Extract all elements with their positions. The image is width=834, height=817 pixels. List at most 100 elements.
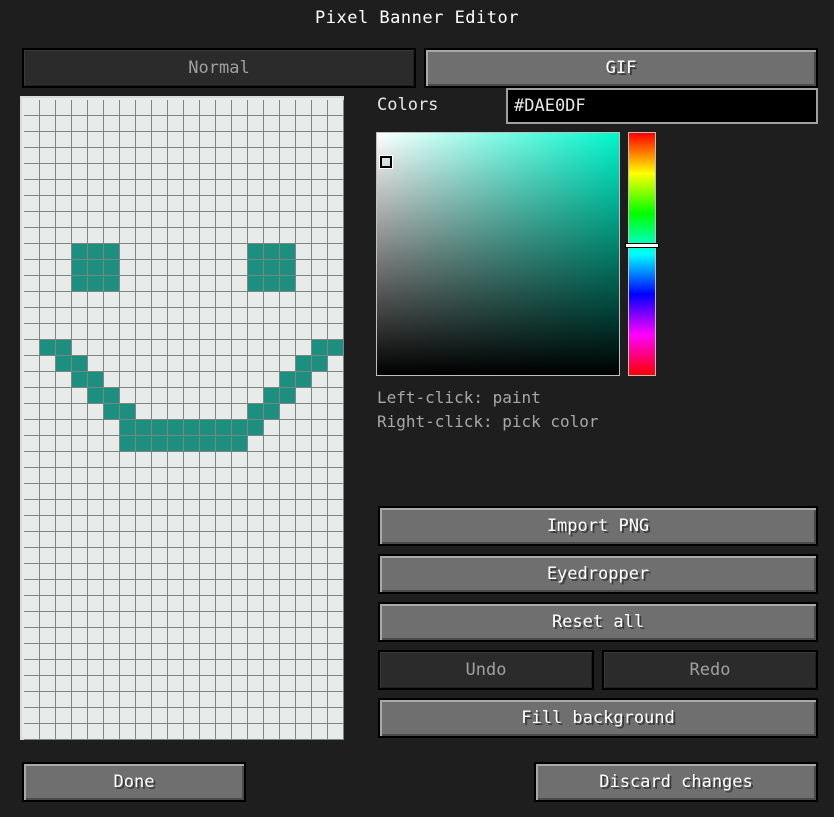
pixel-cell[interactable] <box>104 388 120 404</box>
pixel-cell[interactable] <box>168 468 184 484</box>
pixel-cell[interactable] <box>136 324 152 340</box>
pixel-cell[interactable] <box>168 628 184 644</box>
pixel-cell[interactable] <box>296 260 312 276</box>
pixel-cell[interactable] <box>328 388 344 404</box>
pixel-cell[interactable] <box>184 596 200 612</box>
pixel-cell[interactable] <box>136 388 152 404</box>
pixel-cell[interactable] <box>312 244 328 260</box>
pixel-cell[interactable] <box>200 564 216 580</box>
pixel-cell[interactable] <box>40 292 56 308</box>
pixel-cell[interactable] <box>104 292 120 308</box>
pixel-cell[interactable] <box>136 404 152 420</box>
pixel-cell[interactable] <box>200 548 216 564</box>
pixel-cell[interactable] <box>248 532 264 548</box>
pixel-cell[interactable] <box>216 100 232 116</box>
pixel-cell[interactable] <box>168 228 184 244</box>
pixel-cell[interactable] <box>120 452 136 468</box>
pixel-cell[interactable] <box>136 180 152 196</box>
pixel-cell[interactable] <box>88 324 104 340</box>
pixel-cell[interactable] <box>216 228 232 244</box>
pixel-cell[interactable] <box>184 660 200 676</box>
pixel-cell[interactable] <box>152 372 168 388</box>
pixel-cell[interactable] <box>184 244 200 260</box>
pixel-cell[interactable] <box>168 116 184 132</box>
pixel-cell[interactable] <box>120 420 136 436</box>
pixel-cell[interactable] <box>248 612 264 628</box>
eyedropper-button[interactable]: Eyedropper <box>378 554 818 594</box>
pixel-cell[interactable] <box>248 388 264 404</box>
pixel-cell[interactable] <box>168 356 184 372</box>
pixel-cell[interactable] <box>152 404 168 420</box>
pixel-cell[interactable] <box>152 260 168 276</box>
pixel-cell[interactable] <box>264 244 280 260</box>
pixel-cell[interactable] <box>296 708 312 724</box>
pixel-cell[interactable] <box>248 452 264 468</box>
pixel-cell[interactable] <box>248 100 264 116</box>
pixel-cell[interactable] <box>296 644 312 660</box>
pixel-cell[interactable] <box>232 116 248 132</box>
pixel-cell[interactable] <box>296 628 312 644</box>
pixel-cell[interactable] <box>168 388 184 404</box>
pixel-cell[interactable] <box>24 308 40 324</box>
pixel-cell[interactable] <box>152 196 168 212</box>
pixel-cell[interactable] <box>328 500 344 516</box>
pixel-cell[interactable] <box>104 532 120 548</box>
pixel-cell[interactable] <box>280 244 296 260</box>
pixel-cell[interactable] <box>264 180 280 196</box>
pixel-cell[interactable] <box>104 340 120 356</box>
pixel-cell[interactable] <box>88 612 104 628</box>
pixel-cell[interactable] <box>248 468 264 484</box>
pixel-cell[interactable] <box>296 724 312 740</box>
pixel-cell[interactable] <box>216 164 232 180</box>
pixel-cell[interactable] <box>280 308 296 324</box>
pixel-cell[interactable] <box>296 100 312 116</box>
pixel-cell[interactable] <box>264 116 280 132</box>
pixel-cell[interactable] <box>88 468 104 484</box>
pixel-cell[interactable] <box>248 628 264 644</box>
pixel-cell[interactable] <box>104 468 120 484</box>
pixel-cell[interactable] <box>56 148 72 164</box>
pixel-cell[interactable] <box>104 276 120 292</box>
pixel-cell[interactable] <box>120 212 136 228</box>
pixel-cell[interactable] <box>56 660 72 676</box>
pixel-cell[interactable] <box>152 308 168 324</box>
pixel-cell[interactable] <box>296 132 312 148</box>
pixel-cell[interactable] <box>184 484 200 500</box>
pixel-cell[interactable] <box>56 548 72 564</box>
pixel-cell[interactable] <box>312 676 328 692</box>
pixel-cell[interactable] <box>216 388 232 404</box>
pixel-cell[interactable] <box>232 516 248 532</box>
pixel-cell[interactable] <box>120 692 136 708</box>
pixel-cell[interactable] <box>152 628 168 644</box>
pixel-cell[interactable] <box>312 372 328 388</box>
pixel-cell[interactable] <box>328 628 344 644</box>
pixel-cell[interactable] <box>24 228 40 244</box>
pixel-cell[interactable] <box>56 340 72 356</box>
discard-changes-button[interactable]: Discard changes <box>534 762 818 802</box>
pixel-cell[interactable] <box>200 596 216 612</box>
pixel-cell[interactable] <box>72 596 88 612</box>
pixel-cell[interactable] <box>104 708 120 724</box>
pixel-cell[interactable] <box>216 692 232 708</box>
pixel-cell[interactable] <box>168 308 184 324</box>
pixel-cell[interactable] <box>280 324 296 340</box>
pixel-cell[interactable] <box>232 148 248 164</box>
pixel-cell[interactable] <box>280 180 296 196</box>
pixel-cell[interactable] <box>312 228 328 244</box>
pixel-cell[interactable] <box>184 500 200 516</box>
pixel-cell[interactable] <box>72 212 88 228</box>
pixel-cell[interactable] <box>56 500 72 516</box>
pixel-cell[interactable] <box>200 724 216 740</box>
pixel-cell[interactable] <box>312 644 328 660</box>
pixel-cell[interactable] <box>232 628 248 644</box>
pixel-cell[interactable] <box>232 404 248 420</box>
pixel-cell[interactable] <box>24 212 40 228</box>
pixel-cell[interactable] <box>152 724 168 740</box>
pixel-cell[interactable] <box>216 724 232 740</box>
pixel-cell[interactable] <box>312 404 328 420</box>
pixel-cell[interactable] <box>328 532 344 548</box>
pixel-cell[interactable] <box>104 580 120 596</box>
pixel-cell[interactable] <box>168 516 184 532</box>
pixel-cell[interactable] <box>328 484 344 500</box>
pixel-cell[interactable] <box>232 644 248 660</box>
